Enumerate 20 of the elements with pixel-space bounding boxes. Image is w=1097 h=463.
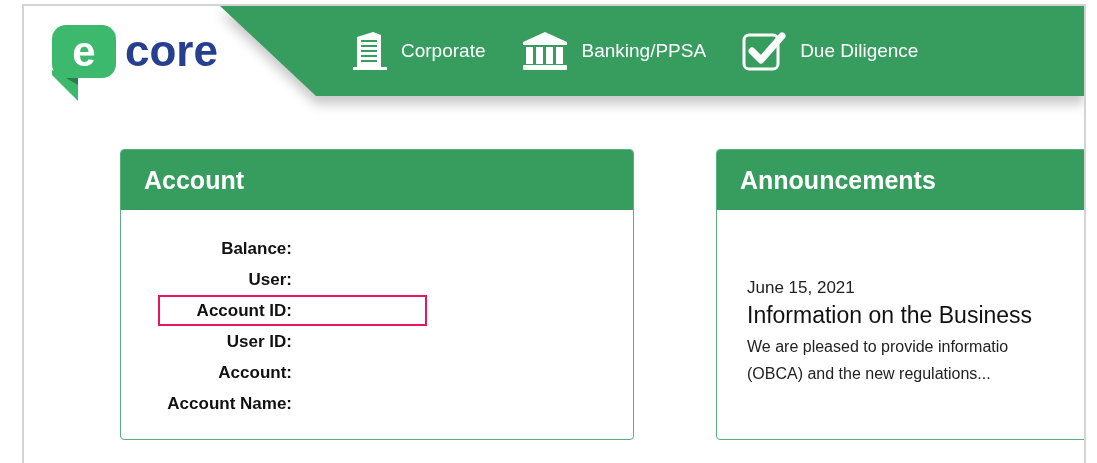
field-label: User: (247, 269, 292, 290)
building-icon (351, 31, 387, 71)
announcement-date: June 15, 2021 (747, 278, 856, 298)
bank-icon (521, 31, 568, 71)
card-title: Account (144, 165, 244, 195)
nav-link[interactable]: Banking/PPSA (521, 31, 707, 71)
announcement-title[interactable]: Information on the Business (747, 302, 1084, 329)
checkbox-icon (742, 31, 787, 71)
nav-link[interactable]: Due Diligence (742, 31, 919, 71)
field-label: Account Name: (166, 393, 292, 414)
logo-text: core (125, 29, 218, 73)
card-title: Announcements (740, 165, 936, 195)
field-label: Account ID: (195, 300, 292, 321)
announcement-text: We are pleased to provide informatio (747, 338, 1010, 356)
field-label: Account: (217, 362, 292, 383)
announcement-text: (OBCA) and the new regulations... (747, 365, 992, 383)
nav-link[interactable]: Corporate (351, 31, 486, 71)
field-label: User ID: (225, 331, 292, 352)
logo-mark: e (52, 25, 116, 103)
field-label: Balance: (220, 238, 292, 259)
